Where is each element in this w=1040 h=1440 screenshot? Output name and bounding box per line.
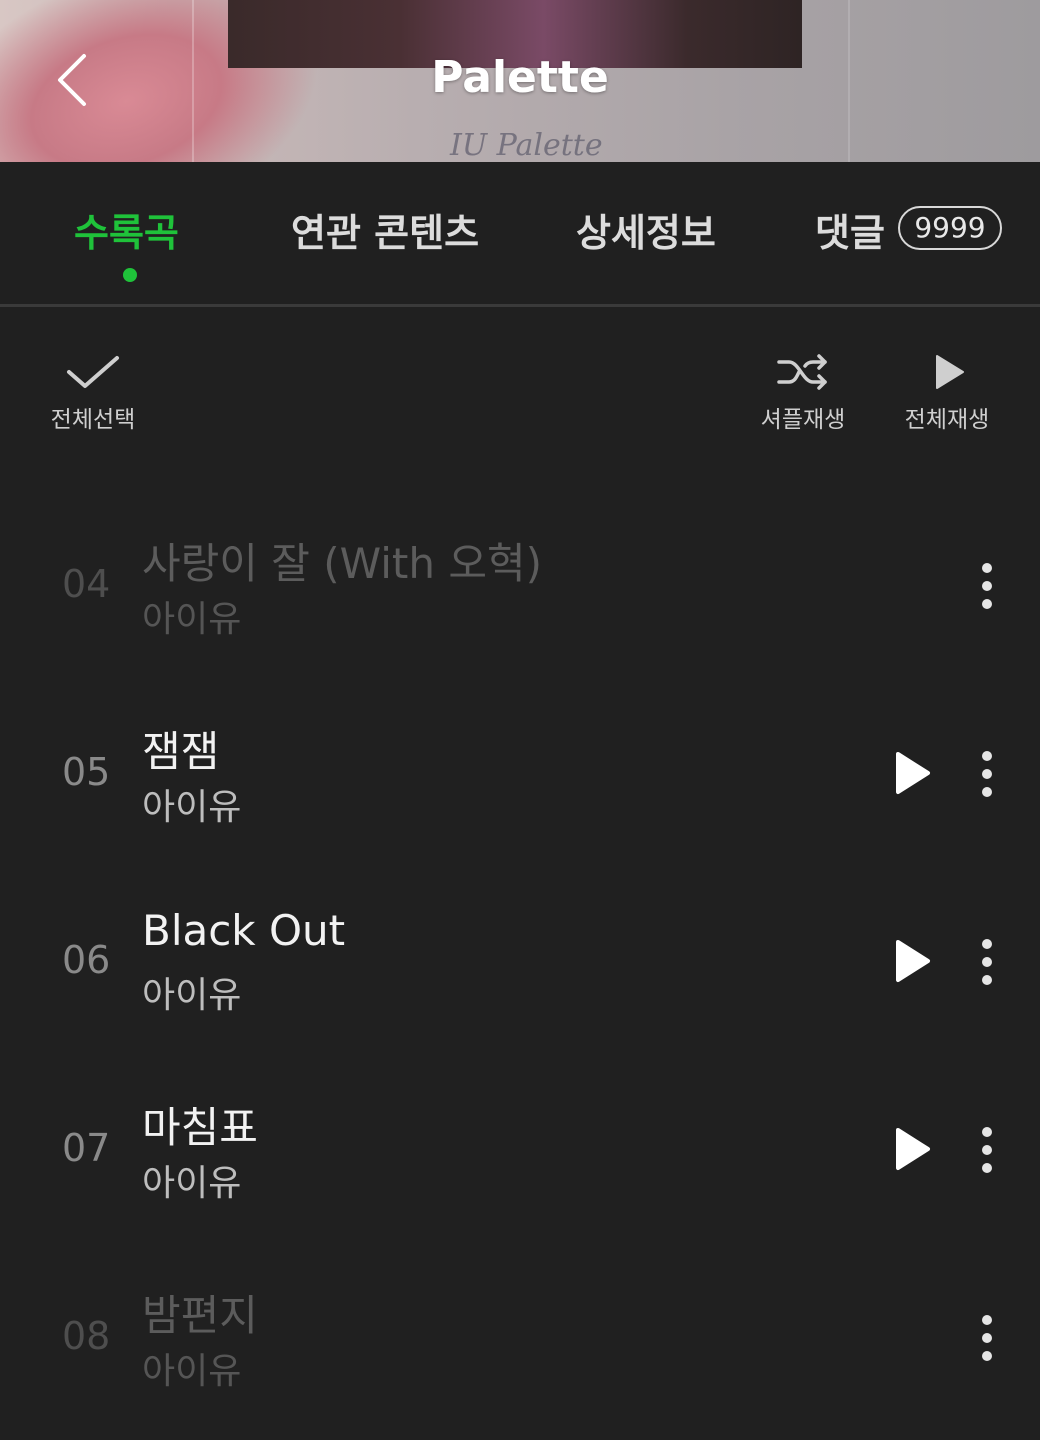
track-artist: 아이유 [142,1351,242,1392]
track-number: 07 [62,1126,111,1170]
shuffle-play-label: 셔플재생 [760,407,846,433]
tab-comments[interactable]: 댓글 [815,202,885,257]
track-title: Black Out [142,906,346,955]
album-header: IU Palette Palette [0,0,1040,162]
track-title: 밤편지 [142,1291,258,1340]
select-all-button[interactable]: 전체선택 [38,352,148,434]
more-options-icon[interactable] [972,936,1002,988]
track-row[interactable]: 05 잼잼 아이유 [0,688,1040,876]
select-all-label: 전체선택 [50,407,136,433]
play-icon [936,355,964,389]
more-options-icon[interactable] [972,1312,1002,1364]
tab-details[interactable]: 상세정보 [576,202,716,257]
track-title: 사랑이 잘 (With 오혁) [142,539,543,588]
play-all-button[interactable]: 전체재생 [892,352,1002,434]
play-track-icon[interactable] [892,750,932,796]
track-row[interactable]: 07 마침표 아이유 [0,1064,1040,1252]
track-title: 잼잼 [142,727,220,776]
more-options-icon[interactable] [972,560,1002,612]
page-title: Palette [431,52,609,103]
track-row[interactable]: 08 밤편지 아이유 [0,1252,1040,1440]
tab-bar: 수록곡 연관 콘텐츠 상세정보 댓글 9999 [0,162,1040,307]
play-track-icon[interactable] [892,938,932,984]
active-tab-indicator [123,268,137,282]
track-artist: 아이유 [142,1163,242,1204]
track-number: 05 [62,750,111,794]
track-artist: 아이유 [142,787,242,828]
album-art-script: IU Palette [450,128,603,162]
play-track-icon[interactable] [892,1126,932,1172]
track-number: 06 [62,938,111,982]
check-icon [67,356,119,388]
track-title: 마침표 [142,1103,258,1152]
track-artist: 아이유 [142,975,242,1016]
more-options-icon[interactable] [972,748,1002,800]
track-number: 04 [62,562,111,606]
more-options-icon[interactable] [972,1124,1002,1176]
play-all-label: 전체재생 [904,407,990,433]
tab-related-content[interactable]: 연관 콘텐츠 [291,202,479,257]
track-row[interactable]: 04 사랑이 잘 (With 오혁) 아이유 [0,500,1040,688]
shuffle-play-button[interactable]: 셔플재생 [748,352,858,434]
comment-count-badge: 9999 [898,206,1002,250]
shuffle-icon [777,354,827,390]
tab-tracks[interactable]: 수록곡 [74,202,179,257]
track-row[interactable]: 06 Black Out 아이유 [0,876,1040,1064]
track-artist: 아이유 [142,599,242,640]
track-number: 08 [62,1314,111,1358]
